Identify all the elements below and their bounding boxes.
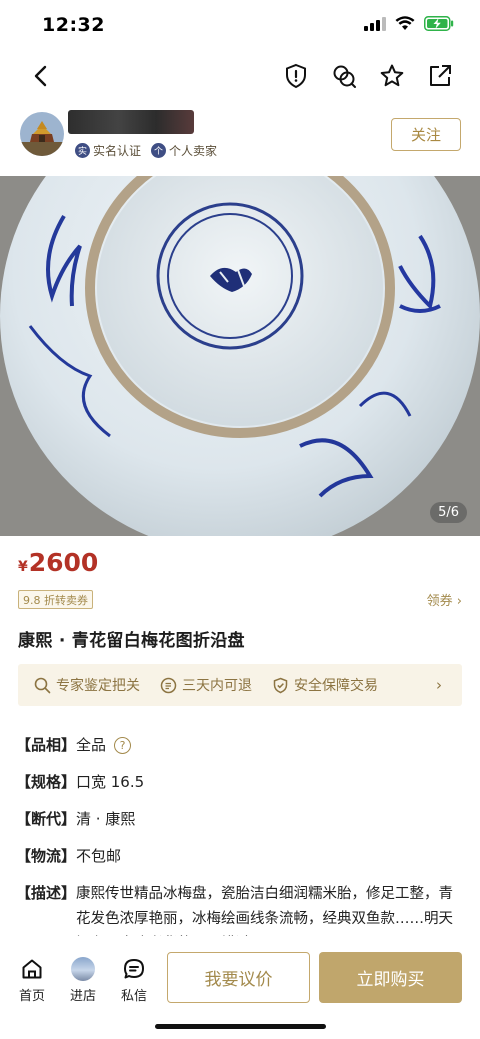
price-currency-symbol: ¥ [18,559,28,575]
badge-real-name: 实 实名认证 [75,142,141,159]
price-value: 2600 [28,548,99,577]
personal-seller-icon: 个 [151,143,167,158]
badge-personal-seller: 个 个人卖家 [151,142,217,159]
favorite-star-icon[interactable] [378,62,406,90]
tab-shop-label: 进店 [69,989,96,1004]
seller-badges: 实 实名认证 个 个人卖家 [75,142,217,159]
spec-key: 【规格】 [16,773,77,791]
make-offer-button[interactable]: 我要议价 [167,952,310,1003]
report-shield-icon[interactable] [282,62,310,90]
spec-shipping: 【物流】 不包邮 [16,845,464,867]
shield-check-icon [273,677,288,693]
guarantee-safe-trade: 安全保障交易 [272,675,378,695]
coupon-tag: 9.8 折转卖券 [18,590,93,609]
description-text: 康熙传世精品冰梅盘，瓷胎洁白细润糯米胎，修足工整，青花发色浓厚艳丽，冰梅绘画线条… [76,886,453,927]
nav-bar [0,52,480,102]
follow-button[interactable]: 关注 [391,118,461,151]
badge-real-name-label: 实名认证 [93,144,142,158]
guarantee-expert-appraisal: 专家鉴定把关 [34,675,140,695]
buy-now-button[interactable]: 立即购买 [319,952,462,1003]
tab-home-label: 首页 [18,989,45,1004]
wifi-icon [395,16,415,30]
spec-era: 【断代】 清 · 康熙 [16,808,464,830]
bottom-action-bar: 首页 进店 私信 我要议价 立即购买 [0,944,480,1039]
price: ¥ 2600 [18,548,98,577]
porcelain-plate-photo [0,176,480,536]
tab-messages[interactable]: 私信 [114,956,154,1004]
guarantee-three-day-return: 三天内可退 [160,675,252,695]
status-time: 12:32 [42,14,105,36]
guarantee-label: 专家鉴定把关 [56,678,140,694]
guarantee-label: 三天内可退 [182,678,252,694]
magnifier-icon [34,677,51,693]
coupon-row: 9.8 折转卖券 领券 › [18,590,462,610]
spec-condition: 【品相】 全品? [16,734,464,756]
spec-key: 【品相】 [16,736,77,754]
spec-value: 不包邮 [76,847,122,865]
spec-size: 【规格】 口宽 16.5 [16,771,464,793]
condition-value: 全品 [76,736,107,754]
battery-charging-icon [424,16,454,31]
status-icons [364,16,454,31]
home-icon [22,959,42,979]
product-specs: 【品相】 全品? 【规格】 口宽 16.5 【断代】 清 · 康熙 【物流】 不… [16,734,464,951]
tab-shop[interactable]: 进店 [63,956,103,1004]
seller-avatar[interactable] [20,112,64,156]
help-icon[interactable]: ? [114,737,132,754]
spec-key: 【描述】 [16,884,77,902]
return-icon [160,677,177,693]
guarantee-label: 安全保障交易 [294,678,378,694]
home-indicator [155,1024,326,1029]
spec-value: 全品? [76,734,464,756]
service-guarantee-bar[interactable]: 专家鉴定把关 三天内可退 安全保障交易 › [18,664,462,706]
nav-actions [282,62,454,90]
spec-key: 【断代】 [16,810,77,828]
product-title: 康熙 · 青花留白梅花图折沿盘 [18,631,245,651]
spec-value: 清 · 康熙 [76,810,136,828]
badge-personal-label: 个人卖家 [169,144,218,158]
share-icon[interactable] [426,62,454,90]
shop-avatar-icon [71,957,95,981]
verified-icon: 实 [75,143,90,158]
seller-row: 实 实名认证 个 个人卖家 关注 [0,108,480,168]
status-bar: 12:32 [0,0,480,52]
spec-value: 口宽 16.5 [76,773,145,791]
product-image-gallery[interactable]: 5/6 [0,176,480,536]
spec-description: 【描述】 康熙传世精品冰梅盘，瓷胎洁白细润糯米胎，修足工整，青花发色浓厚艳丽，冰… [16,882,464,936]
seller-name-redacted [68,110,194,134]
chat-bubble-icon [124,959,144,979]
similar-items-icon[interactable] [330,62,358,90]
cellular-signal-icon [364,16,386,31]
spec-key: 【物流】 [16,847,77,865]
tab-home[interactable]: 首页 [12,956,52,1004]
back-arrow-icon[interactable] [28,62,56,90]
chevron-right-icon: › [436,676,442,694]
get-coupon-link[interactable]: 领券 › [427,590,462,609]
tab-messages-label: 私信 [120,989,147,1004]
image-counter: 5/6 [430,502,467,523]
